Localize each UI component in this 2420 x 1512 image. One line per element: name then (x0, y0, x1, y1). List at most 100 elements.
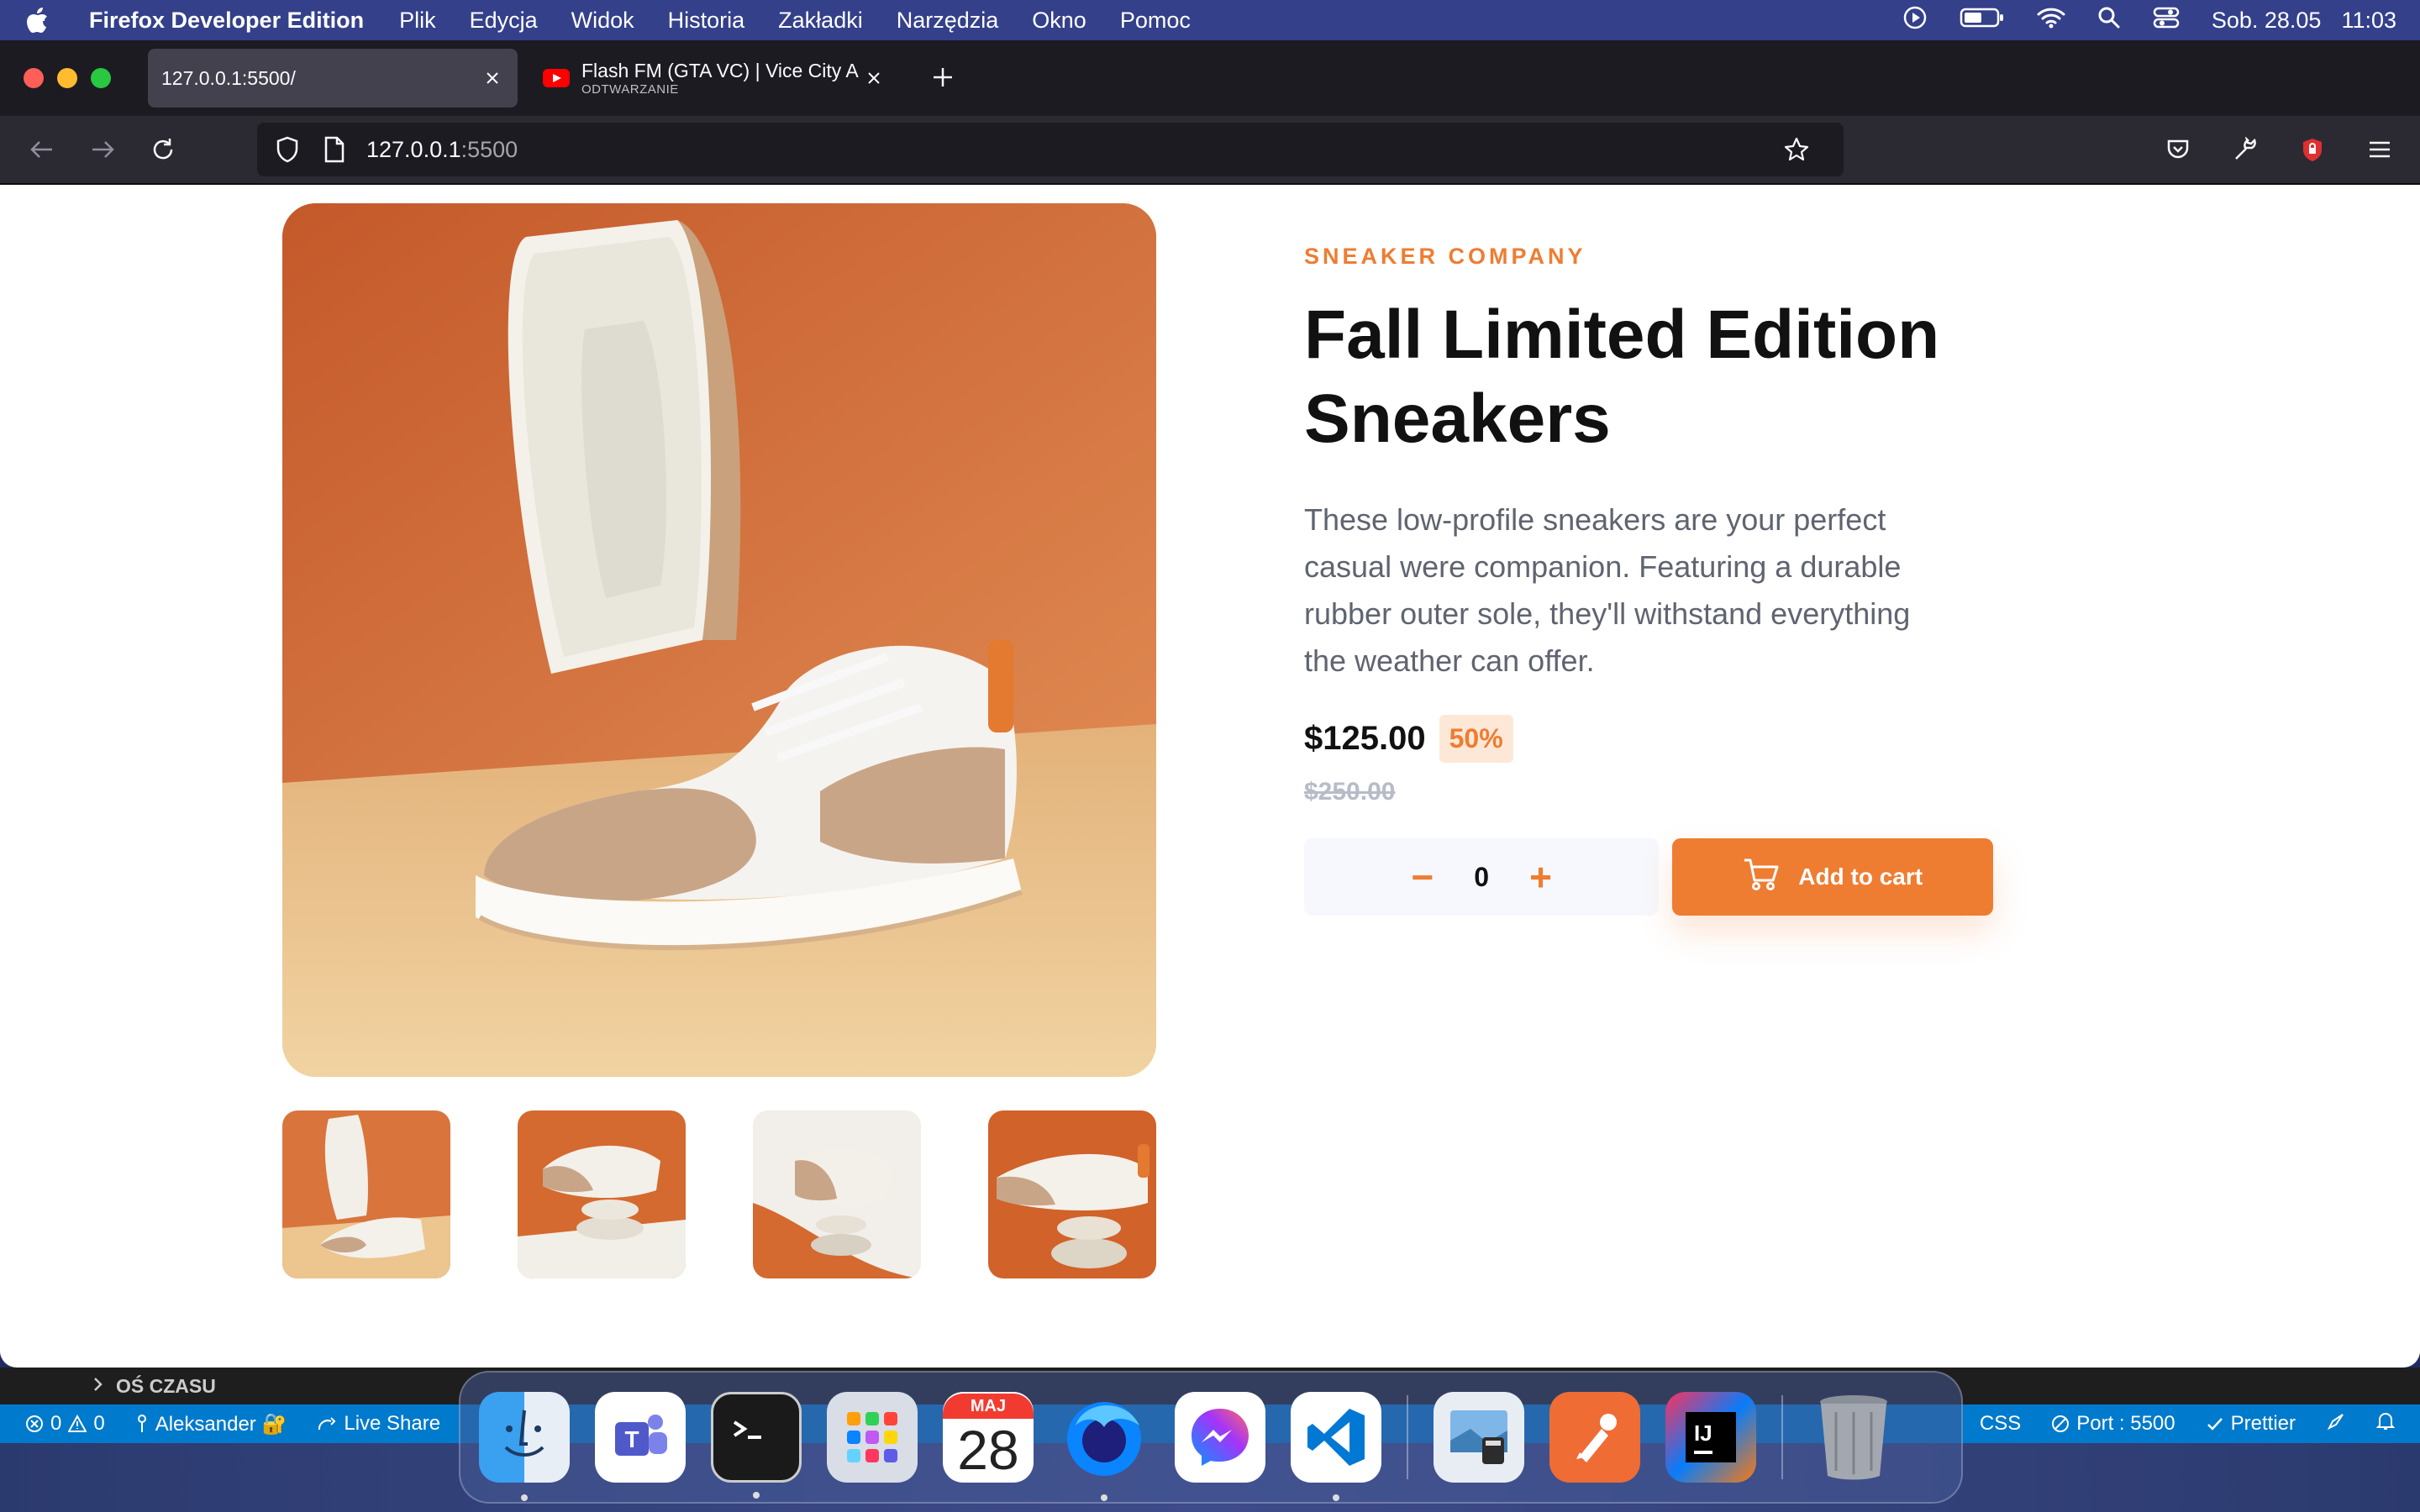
menu-view[interactable]: Widok (571, 8, 634, 34)
menubar-time: 11:03 (2341, 7, 2396, 33)
finder-icon[interactable] (479, 1392, 570, 1501)
running-indicator (521, 1494, 528, 1501)
tab-youtube[interactable]: Flash FM (GTA VC) | Vice City Ar ODTWARZ… (529, 49, 899, 108)
menu-help[interactable]: Pomoc (1120, 8, 1191, 34)
menu-tools[interactable]: Narzędzia (897, 8, 999, 34)
wifi-icon[interactable] (2037, 6, 2065, 35)
youtube-icon (543, 69, 570, 87)
live-server-port[interactable]: Port : 5500 (2051, 1412, 2175, 1436)
wrench-devtools-icon[interactable] (2228, 133, 2262, 166)
messenger-icon[interactable] (1175, 1392, 1265, 1483)
terminal-icon[interactable] (711, 1392, 802, 1499)
dock-separator (1407, 1395, 1408, 1479)
vscode-icon[interactable] (1291, 1392, 1381, 1501)
menu-file[interactable]: Plik (399, 8, 436, 34)
shield-icon[interactable] (272, 134, 302, 165)
launchpad-icon[interactable] (827, 1392, 918, 1483)
check-icon (2207, 1418, 2223, 1431)
product-title-line-2: Sneakers (1304, 381, 1611, 457)
menu-edit[interactable]: Edycja (470, 8, 538, 34)
product-info: SNEAKER COMPANY Fall Limited Edition Sne… (1304, 244, 1993, 916)
toolbar-right-icons (2161, 133, 2396, 166)
url-port: :5500 (460, 136, 518, 162)
reload-icon[interactable] (145, 131, 182, 168)
thumbnail-3[interactable] (753, 1110, 921, 1278)
tab-close-icon[interactable] (481, 66, 504, 90)
quantity-minus-button[interactable]: − (1406, 854, 1439, 900)
close-window-button[interactable] (24, 68, 44, 88)
notifications-bell-icon[interactable] (2375, 1411, 2396, 1437)
menu-window[interactable]: Okno (1032, 8, 1086, 34)
bookmark-star-icon[interactable] (1781, 134, 1812, 165)
thumbnail-4[interactable] (988, 1110, 1156, 1278)
prettier-label: Prettier (2230, 1412, 2296, 1435)
zoom-window-button[interactable] (91, 68, 111, 88)
quantity-stepper: − 0 + (1304, 838, 1660, 916)
menu-bookmarks[interactable]: Zakładki (778, 8, 863, 34)
quantity-plus-button[interactable]: + (1524, 854, 1558, 900)
menubar-date: Sob. 28.05 (2211, 7, 2322, 33)
apple-icon[interactable] (24, 6, 52, 34)
tab-close-icon[interactable] (862, 66, 886, 90)
address-bar[interactable]: 127.0.0.1:5500 (257, 123, 1844, 176)
pocket-icon[interactable] (2161, 133, 2195, 166)
menu-history[interactable]: Historia (668, 8, 745, 34)
language-mode[interactable]: CSS (1980, 1412, 2021, 1436)
menu-app-name[interactable]: Firefox Developer Edition (89, 8, 364, 34)
firefox-developer-icon[interactable] (1059, 1392, 1150, 1501)
macos-menubar: Firefox Developer Edition Plik Edycja Wi… (0, 0, 2420, 40)
browser-window: 127.0.0.1:5500/ Flash FM (GTA VC) | Vice… (0, 40, 2420, 1368)
error-icon (26, 1415, 43, 1432)
tab-title: 127.0.0.1:5500/ (161, 66, 296, 89)
calendar-day: 28 (957, 1419, 1019, 1481)
tab-bar: 127.0.0.1:5500/ Flash FM (GTA VC) | Vice… (0, 40, 2420, 116)
intellij-icon[interactable]: IJ (1665, 1392, 1756, 1483)
new-tab-button[interactable] (926, 61, 960, 95)
status-bar-right: CSS Port : 5500 Prettier (1980, 1411, 2396, 1437)
quantity-value: 0 (1474, 861, 1490, 892)
window-controls (24, 68, 111, 88)
preview-icon[interactable] (1434, 1392, 1524, 1483)
control-center-icon[interactable] (2153, 6, 2180, 35)
battery-icon[interactable] (1960, 7, 2005, 34)
original-price: $250.00 (1304, 778, 1396, 806)
teams-icon[interactable]: T (595, 1392, 686, 1483)
cart-controls: − 0 + Add to cart (1304, 838, 1993, 916)
add-to-cart-button[interactable]: Add to cart (1672, 838, 1993, 916)
spotlight-search-icon[interactable] (2097, 6, 2121, 35)
warning-count: 0 (93, 1412, 105, 1435)
product-main-image[interactable] (282, 203, 1156, 1077)
menubar-status-area: Sob. 28.05 11:03 (1902, 5, 2396, 36)
account-indicator[interactable]: Aleksander 🔐 (135, 1412, 287, 1436)
minimize-window-button[interactable] (57, 68, 77, 88)
current-price: $125.00 (1304, 720, 1426, 757)
forward-arrow-icon[interactable] (84, 131, 121, 168)
live-share-button[interactable]: Live Share (317, 1412, 440, 1436)
page-icon[interactable] (319, 134, 350, 165)
trash-icon[interactable] (1808, 1392, 1899, 1483)
company-label: SNEAKER COMPANY (1304, 244, 1586, 269)
prettier-status[interactable]: Prettier (2206, 1412, 2296, 1436)
play-icon[interactable] (1902, 5, 1928, 36)
thumbnail-1[interactable] (282, 1110, 450, 1278)
feedback-icon[interactable] (2326, 1411, 2346, 1437)
page-content: SNEAKER COMPANY Fall Limited Edition Sne… (0, 185, 2420, 1366)
ublock-shield-icon[interactable] (2296, 133, 2329, 166)
hamburger-menu-icon[interactable] (2363, 133, 2396, 166)
discount-badge: 50% (1439, 715, 1513, 763)
product-title: Fall Limited Edition Sneakers (1304, 293, 1993, 461)
add-to-cart-label: Add to cart (1798, 864, 1923, 890)
tab-localhost[interactable]: 127.0.0.1:5500/ (148, 49, 518, 108)
calendar-icon[interactable]: MAJ 28 (943, 1392, 1034, 1483)
tab-title: Flash FM (GTA VC) | Vice City Ar (581, 60, 859, 81)
chevron-right-icon (92, 1375, 104, 1398)
dock-separator (1781, 1395, 1783, 1479)
postman-icon[interactable] (1549, 1392, 1640, 1483)
menubar-clock[interactable]: Sob. 28.05 11:03 (2212, 8, 2396, 34)
back-arrow-icon[interactable] (24, 131, 60, 168)
running-indicator (1333, 1494, 1339, 1501)
product-title-line-1: Fall Limited Edition (1304, 297, 1940, 373)
problems-indicator[interactable]: 0 0 (25, 1412, 105, 1436)
thumbnail-2[interactable] (518, 1110, 686, 1278)
live-share-icon (318, 1417, 336, 1431)
